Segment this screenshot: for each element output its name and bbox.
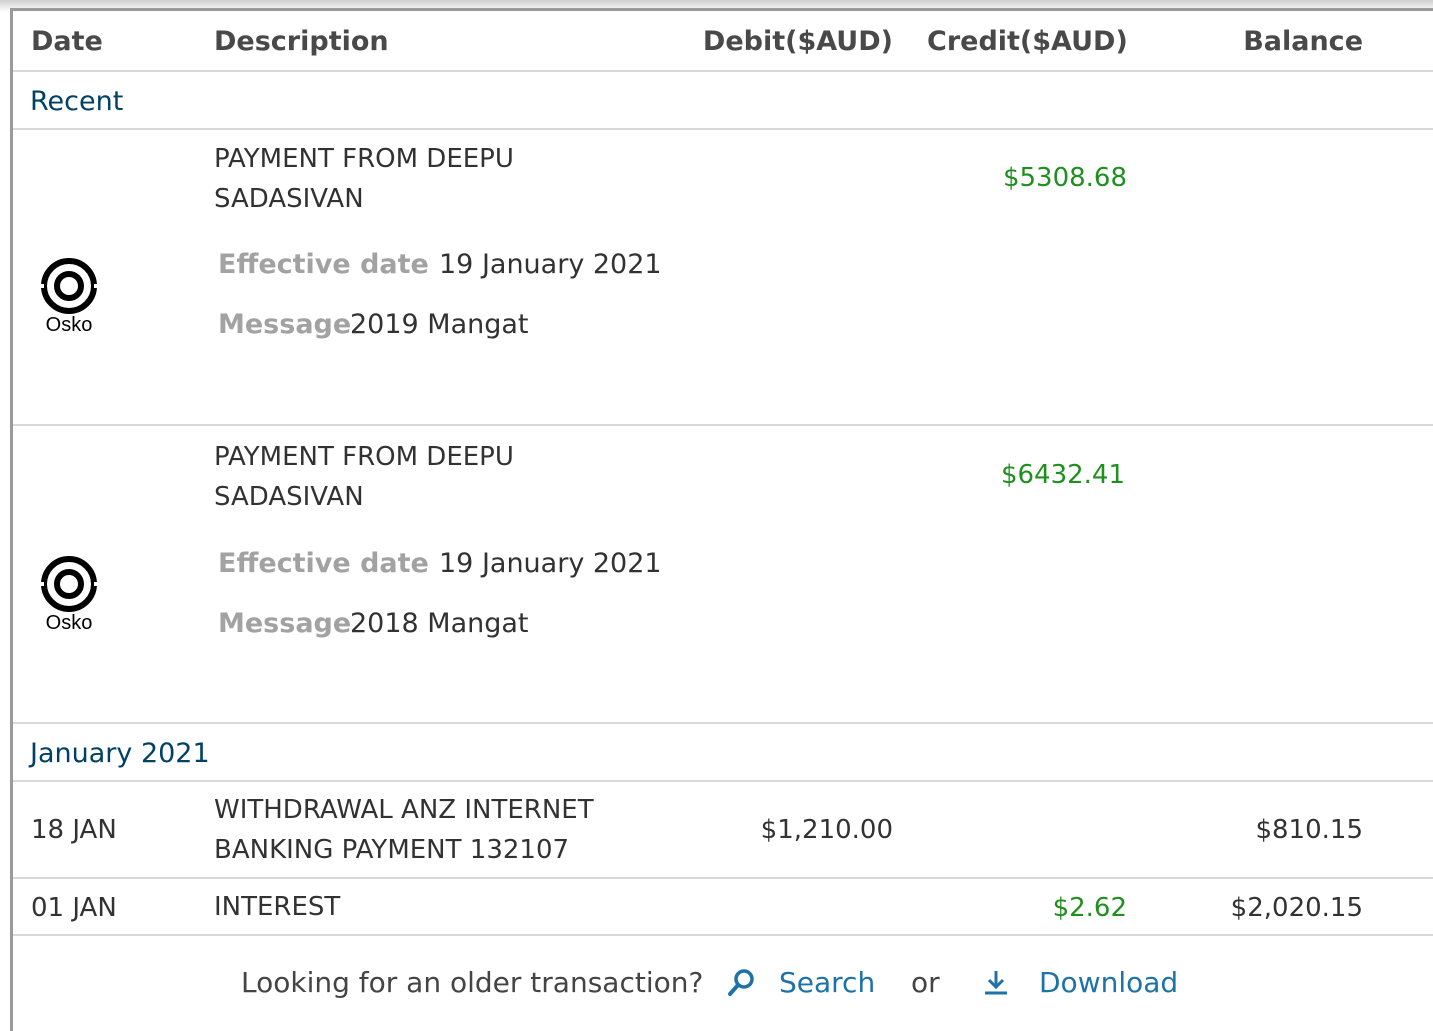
message-label: Message <box>218 608 352 639</box>
message-label: Message <box>218 309 352 340</box>
divider <box>13 877 1433 879</box>
transaction-description-line1: INTEREST <box>214 892 341 922</box>
transaction-balance: $810.15 <box>1255 815 1363 845</box>
section-recent: Recent <box>30 86 124 117</box>
transaction-debit: $1,210.00 <box>760 815 893 845</box>
osko-logo-icon: Osko <box>36 554 102 644</box>
or-text: or <box>911 966 940 999</box>
divider <box>13 780 1433 782</box>
divider <box>13 70 1433 72</box>
divider <box>13 424 1433 426</box>
download-icon[interactable] <box>982 968 1010 1002</box>
search-link[interactable]: Search <box>779 966 875 999</box>
header-credit: Credit($AUD) <box>927 26 1128 57</box>
transaction-description-line1: WITHDRAWAL ANZ INTERNET <box>214 795 594 825</box>
transaction-date: 18 JAN <box>31 815 117 845</box>
download-link[interactable]: Download <box>1039 966 1178 999</box>
divider <box>13 722 1433 724</box>
divider <box>13 128 1433 130</box>
divider <box>13 934 1433 936</box>
header-description: Description <box>214 26 389 57</box>
transaction-description-line2: BANKING PAYMENT 132107 <box>214 835 570 865</box>
pending-description-line1: PAYMENT FROM DEEPU <box>214 144 514 174</box>
transactions-panel: Date Description Debit($AUD) Credit($AUD… <box>0 0 1433 1031</box>
header-date: Date <box>31 26 103 57</box>
pending-credit-amount: $5308.68 <box>1002 163 1127 193</box>
effective-date-value: 19 January 2021 <box>439 249 662 280</box>
effective-date-value: 19 January 2021 <box>439 548 662 579</box>
osko-label: Osko <box>45 314 93 336</box>
header-debit: Debit($AUD) <box>702 26 893 57</box>
section-january-2021: January 2021 <box>30 738 210 769</box>
top-border <box>10 8 1433 11</box>
message-value: 2018 Mangat <box>350 608 529 639</box>
transaction-credit: $2.62 <box>1052 893 1127 923</box>
pending-description-line2: SADASIVAN <box>214 184 364 214</box>
osko-label: Osko <box>45 612 93 634</box>
osko-logo-icon: Osko <box>36 256 102 346</box>
search-icon[interactable] <box>726 968 758 1002</box>
header-balance: Balance <box>1243 26 1363 57</box>
effective-date-label: Effective date <box>218 548 429 579</box>
pending-credit-amount: $6432.41 <box>1000 460 1125 490</box>
effective-date-label: Effective date <box>218 249 429 280</box>
pending-description-line1: PAYMENT FROM DEEPU <box>214 442 514 472</box>
transaction-date: 01 JAN <box>31 893 117 923</box>
message-value: 2019 Mangat <box>350 309 529 340</box>
older-transaction-prompt: Looking for an older transaction? <box>241 966 704 999</box>
pending-description-line2: SADASIVAN <box>214 482 364 512</box>
transaction-balance: $2,020.15 <box>1230 893 1363 923</box>
